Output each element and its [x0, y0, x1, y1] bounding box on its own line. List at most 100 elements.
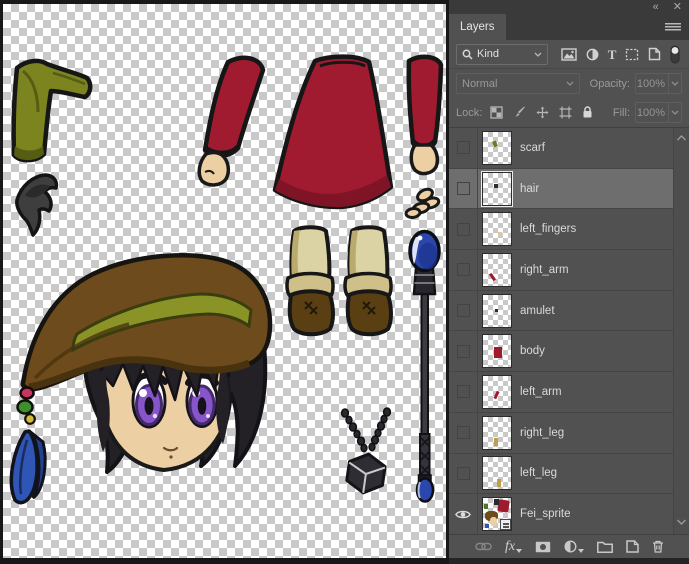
layer-row[interactable]: amulet — [449, 291, 673, 332]
layer-thumbnail[interactable] — [482, 294, 512, 328]
layer-thumbnail[interactable] — [482, 131, 512, 165]
eye-icon — [455, 509, 471, 520]
visibility-toggle[interactable] — [449, 169, 478, 209]
visibility-toggle[interactable] — [449, 291, 478, 331]
layer-row[interactable]: right_arm — [449, 250, 673, 291]
layer-thumbnail[interactable] — [482, 456, 512, 490]
chevron-down-icon — [668, 103, 681, 122]
filter-type-layers-icon[interactable]: T — [608, 48, 617, 61]
filter-toggle-switch[interactable] — [670, 45, 680, 64]
fill-value: 100% — [636, 107, 668, 119]
lock-image-brush-icon[interactable] — [513, 106, 526, 119]
tab-layers[interactable]: Layers — [449, 14, 506, 40]
left-fingers-art — [405, 187, 440, 219]
layer-row[interactable]: left_fingers — [449, 209, 673, 250]
layer-name: right_arm — [520, 264, 569, 276]
new-adjustment-layer-icon[interactable] — [564, 540, 584, 553]
lock-transparency-icon[interactable] — [490, 106, 503, 119]
fei-head-art — [11, 255, 270, 502]
visibility-toggle[interactable] — [449, 209, 478, 249]
panel-menu-icon[interactable] — [665, 23, 681, 32]
opacity-label: Opacity: — [590, 78, 630, 90]
layer-thumbnail[interactable] — [482, 212, 512, 246]
filter-smart-objects-icon[interactable] — [648, 47, 661, 61]
layer-thumbnail[interactable] — [482, 253, 512, 287]
layer-name: body — [520, 345, 545, 357]
layer-style-fx-icon[interactable]: fx — [505, 540, 522, 553]
body-art — [275, 57, 391, 207]
lock-row: Lock: Fill: 100% — [449, 98, 689, 128]
filter-pixel-layers-icon[interactable] — [561, 48, 577, 61]
visibility-toggle[interactable] — [449, 250, 478, 290]
eye-box-empty — [457, 345, 470, 358]
document-canvas[interactable] — [3, 4, 446, 558]
layer-thumbnail[interactable] — [482, 172, 512, 206]
new-group-folder-icon[interactable] — [597, 541, 613, 553]
panel-bottom-strip — [449, 558, 689, 564]
layer-name: left_arm — [520, 386, 562, 398]
eye-box-empty — [457, 426, 470, 439]
eye-box-empty — [457, 385, 470, 398]
layers-panel: « ✕ Layers Kind T — [449, 0, 689, 564]
layer-thumbnail[interactable] — [482, 497, 512, 531]
chevron-down-icon — [566, 81, 574, 86]
visibility-toggle[interactable] — [449, 128, 478, 168]
hair-tuft-art — [17, 175, 57, 235]
visibility-toggle[interactable] — [449, 494, 478, 534]
layers-scrollbar[interactable] — [673, 128, 689, 534]
opacity-value: 100% — [636, 78, 668, 90]
layer-row[interactable]: Fei_sprite — [449, 494, 673, 534]
layer-name: amulet — [520, 305, 555, 317]
layers-list-wrap: scarf hair left_fingers right_arm amulet… — [449, 128, 689, 534]
eye-box-empty — [457, 467, 470, 480]
filter-adjustment-layers-icon[interactable] — [586, 48, 599, 61]
scroll-down-icon[interactable] — [676, 516, 687, 528]
eye-box-empty — [457, 263, 470, 276]
collapse-panel-icon[interactable]: « — [653, 1, 659, 13]
visibility-toggle[interactable] — [449, 454, 478, 494]
delete-layer-trash-icon[interactable] — [652, 540, 664, 553]
layer-row[interactable]: hair — [449, 169, 673, 210]
layer-thumbnail[interactable] — [482, 416, 512, 450]
filter-shape-layers-icon[interactable] — [625, 48, 639, 61]
blend-mode-dropdown[interactable]: Normal — [456, 73, 580, 94]
panel-group-header: « ✕ — [449, 0, 689, 14]
chevron-down-icon — [534, 52, 542, 57]
lock-all-icon[interactable] — [582, 106, 593, 119]
filter-kind-dropdown[interactable]: Kind — [456, 44, 548, 65]
fei-hat-beads — [18, 388, 35, 424]
search-icon — [462, 49, 473, 60]
layer-row[interactable]: scarf — [449, 128, 673, 169]
fx-label: fx — [505, 540, 515, 553]
layer-name: left_fingers — [520, 223, 576, 235]
eye-box-empty — [457, 304, 470, 317]
layer-row[interactable]: left_arm — [449, 372, 673, 413]
filter-kind-label: Kind — [477, 48, 499, 60]
photoshop-workspace: { "window": { "collapse_button": "«", "c… — [0, 0, 689, 564]
lock-position-move-icon[interactable] — [536, 106, 549, 119]
close-panel-icon[interactable]: ✕ — [673, 1, 682, 13]
visibility-toggle[interactable] — [449, 413, 478, 453]
smart-object-badge — [500, 519, 511, 530]
new-layer-icon[interactable] — [626, 540, 639, 553]
right-leg-art — [287, 227, 333, 334]
layer-row[interactable]: right_leg — [449, 413, 673, 454]
link-layers-icon[interactable] — [475, 542, 492, 551]
visibility-toggle[interactable] — [449, 331, 478, 371]
add-layer-mask-icon[interactable] — [535, 541, 551, 553]
fill-field[interactable]: 100% — [635, 102, 682, 123]
layer-row[interactable]: left_leg — [449, 454, 673, 495]
layer-filter-row: Kind T — [449, 40, 689, 69]
fill-label: Fill: — [613, 107, 630, 119]
sprite-artwork — [3, 4, 446, 558]
layer-thumbnail[interactable] — [482, 334, 512, 368]
visibility-toggle[interactable] — [449, 372, 478, 412]
layer-row[interactable]: body — [449, 331, 673, 372]
scroll-up-icon[interactable] — [676, 132, 687, 144]
layer-thumbnail[interactable] — [482, 375, 512, 409]
opacity-field[interactable]: 100% — [635, 73, 682, 94]
fei-feather — [11, 431, 45, 503]
eye-box-empty — [457, 223, 470, 236]
panel-tab-bar: Layers — [449, 14, 689, 40]
lock-artboard-icon[interactable] — [559, 106, 572, 119]
